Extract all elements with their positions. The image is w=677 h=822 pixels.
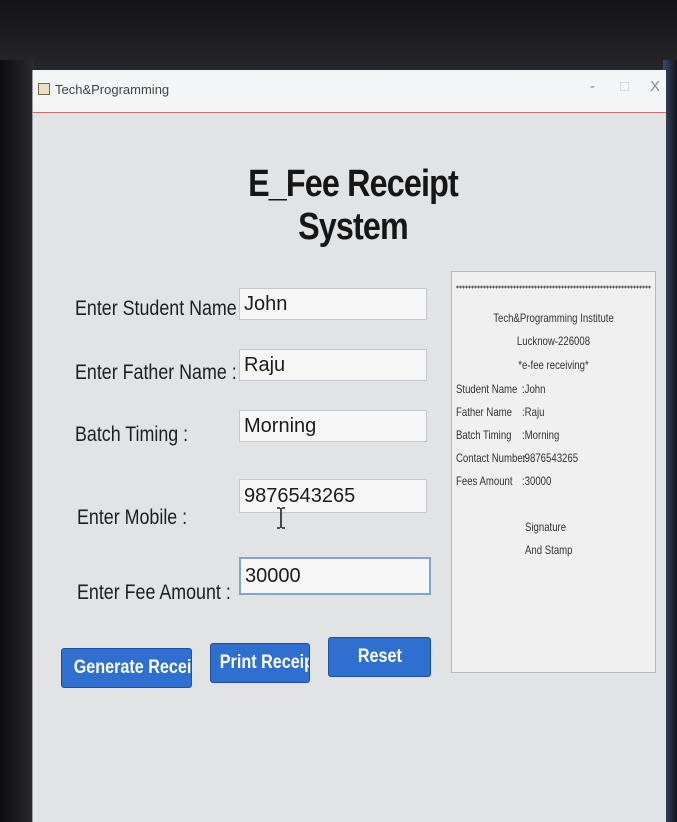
generate-receipt-button[interactable]: Generate Receipt [61, 648, 192, 688]
student-name-label: Enter Student Name : [75, 297, 247, 320]
java-cup-icon [38, 83, 50, 95]
reset-button[interactable]: Reset [328, 637, 431, 677]
receipt-row-value: :30000 [522, 474, 552, 488]
receipt-row-value: :9876543265 [522, 451, 579, 465]
receipt-row-key: Batch Timing [456, 428, 512, 442]
minimize-button[interactable]: - [590, 78, 595, 95]
receipt-row-value: :Raju [522, 405, 545, 419]
receipt-row: Contact Number :9876543265 [456, 451, 652, 469]
print-receipt-button[interactable]: Print Receipt [210, 643, 310, 683]
receipt-dotted-separator [456, 285, 651, 289]
receipt-row-value: :John [522, 382, 546, 396]
batch-timing-field[interactable] [239, 410, 427, 442]
mobile-label: Enter Mobile : [77, 506, 188, 529]
receipt-address: Lucknow-226008 [516, 334, 591, 348]
receipt-row-key: Father Name [456, 405, 513, 419]
father-name-label: Enter Father Name : [75, 361, 237, 384]
father-name-field[interactable] [239, 349, 427, 381]
receipt-text-area[interactable]: Tech&Programming Institute Lucknow-22600… [451, 271, 656, 673]
print-receipt-label: Print Receipt [219, 652, 310, 673]
window-title: Tech&Programming [55, 82, 170, 97]
reset-label: Reset [357, 646, 402, 667]
receipt-row: Fees Amount :30000 [456, 474, 652, 492]
monitor-bezel-top [0, 0, 677, 70]
mobile-field[interactable] [239, 479, 427, 513]
receipt-row: Student Name :John [456, 382, 652, 400]
receipt-row-value: :Morning [522, 428, 560, 442]
monitor-bezel-left [0, 60, 34, 822]
fee-amount-field[interactable] [239, 557, 431, 595]
title-bar[interactable]: Tech&Programming - □ X [33, 70, 666, 113]
receipt-row: Father Name :Raju [456, 405, 652, 423]
receipt-row-key: Contact Number [456, 451, 526, 465]
receipt-signature: Signature [525, 520, 567, 534]
fee-amount-label: Enter Fee Amount : [77, 581, 231, 604]
ibeam-cursor-icon [276, 507, 286, 535]
maximize-button[interactable]: □ [620, 78, 629, 95]
generate-receipt-label: Generate Receipt [73, 657, 192, 678]
receipt-subtitle: *e-fee receiving* [518, 358, 589, 372]
page-title: E_Fee Receipt System [248, 163, 459, 248]
receipt-stamp: And Stamp [525, 543, 573, 557]
receipt-row-key: Student Name [456, 382, 518, 396]
receipt-row-key: Fees Amount [456, 474, 513, 488]
close-button[interactable]: X [650, 78, 660, 95]
receipt-row: Batch Timing :Morning [456, 428, 652, 446]
app-window: Tech&Programming - □ X E_Fee Receipt Sys… [32, 70, 666, 822]
student-name-field[interactable] [239, 288, 427, 320]
batch-timing-label: Batch Timing : [75, 423, 189, 446]
receipt-institute: Tech&Programming Institute [493, 311, 614, 325]
form-panel: E_Fee Receipt System Enter Student Name … [33, 113, 666, 822]
